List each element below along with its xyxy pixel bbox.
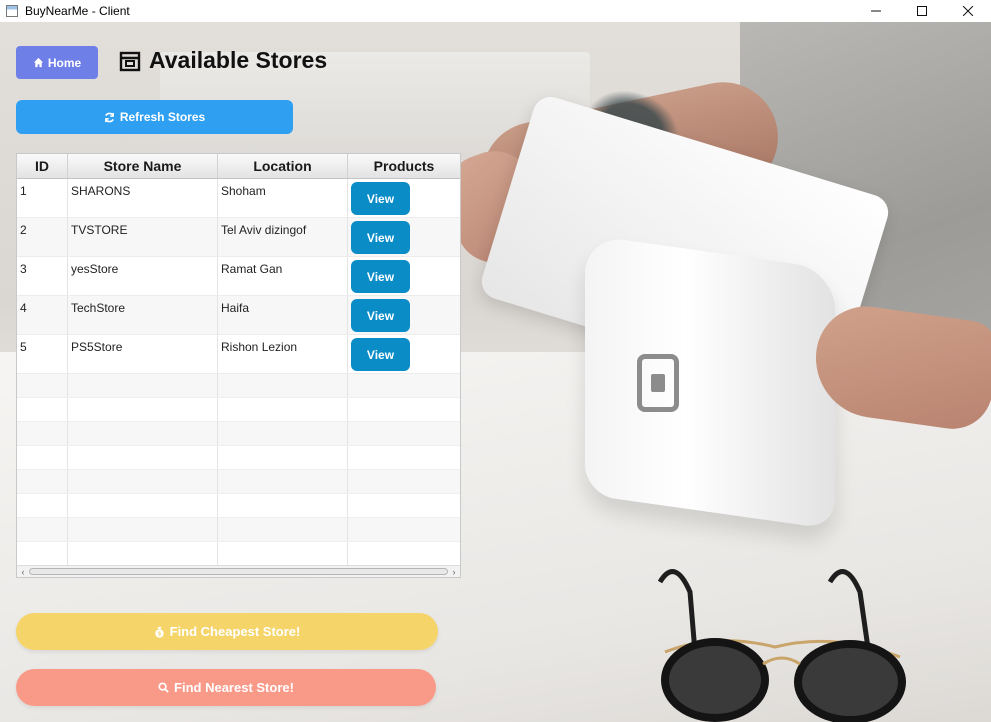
window-title: BuyNearMe - Client xyxy=(25,4,130,18)
cell-products: View xyxy=(348,218,460,256)
refresh-stores-label: Refresh Stores xyxy=(119,110,206,124)
table-row[interactable]: 3 yesStore Ramat Gan View xyxy=(17,257,460,296)
cell-store-name: SHARONS xyxy=(68,179,218,217)
column-header-id[interactable]: ID xyxy=(17,154,68,178)
cell-products: View xyxy=(348,296,460,334)
maximize-icon xyxy=(917,6,927,16)
column-header-products[interactable]: Products xyxy=(348,154,460,178)
window-titlebar: BuyNearMe - Client xyxy=(0,0,991,22)
empty-row xyxy=(17,470,460,494)
view-products-button[interactable]: View xyxy=(351,182,410,215)
table-row[interactable]: 1 SHARONS Shoham View xyxy=(17,179,460,218)
cell-store-name: PS5Store xyxy=(68,335,218,373)
empty-row xyxy=(17,542,460,566)
cell-products: View xyxy=(348,257,460,295)
magnifier-icon xyxy=(158,682,169,693)
close-icon xyxy=(963,6,973,16)
cell-store-name: TechStore xyxy=(68,296,218,334)
cell-id: 3 xyxy=(17,257,68,295)
cell-id: 5 xyxy=(17,335,68,373)
svg-text:$: $ xyxy=(158,631,161,637)
background-terminal-logo xyxy=(637,354,679,412)
find-cheapest-store-label: Find Cheapest Store! xyxy=(169,624,301,639)
page-title-text: Available Stores xyxy=(149,47,328,73)
empty-row xyxy=(17,446,460,470)
table-body: 1 SHARONS Shoham View 2 TVSTORE Tel Aviv… xyxy=(17,179,460,374)
scroll-right-icon[interactable]: › xyxy=(448,567,460,577)
find-cheapest-store-button[interactable]: $ Find Cheapest Store! xyxy=(16,613,438,650)
cell-location: Rishon Lezion xyxy=(218,335,348,373)
table-row[interactable]: 2 TVSTORE Tel Aviv dizingof View xyxy=(17,218,460,257)
maximize-button[interactable] xyxy=(899,0,945,22)
view-products-button[interactable]: View xyxy=(351,299,410,332)
cell-location: Haifa xyxy=(218,296,348,334)
stores-table: ID Store Name Location Products 1 SHARON… xyxy=(16,153,461,578)
empty-row xyxy=(17,518,460,542)
find-nearest-store-label: Find Nearest Store! xyxy=(174,680,294,695)
table-row[interactable]: 4 TechStore Haifa View xyxy=(17,296,460,335)
scroll-left-icon[interactable]: ‹ xyxy=(17,567,29,577)
table-header: ID Store Name Location Products xyxy=(17,154,460,179)
page-title: Available Stores xyxy=(119,47,327,74)
close-button[interactable] xyxy=(945,0,991,22)
cell-location: Ramat Gan xyxy=(218,257,348,295)
background-sunglasses xyxy=(657,569,906,722)
table-empty-rows xyxy=(17,374,460,566)
cell-id: 1 xyxy=(17,179,68,217)
column-header-store-name[interactable]: Store Name xyxy=(68,154,218,178)
minimize-icon xyxy=(871,10,881,12)
cell-location: Tel Aviv dizingof xyxy=(218,218,348,256)
cell-products: View xyxy=(348,179,460,217)
home-button[interactable]: Home xyxy=(16,46,98,79)
view-products-button[interactable]: View xyxy=(351,221,410,254)
view-products-button[interactable]: View xyxy=(351,338,410,371)
cell-id: 4 xyxy=(17,296,68,334)
cell-store-name: yesStore xyxy=(68,257,218,295)
house-icon xyxy=(33,57,43,68)
window-controls xyxy=(853,0,991,22)
empty-row xyxy=(17,494,460,518)
refresh-icon xyxy=(104,112,114,122)
cell-store-name: TVSTORE xyxy=(68,218,218,256)
table-row[interactable]: 5 PS5Store Rishon Lezion View xyxy=(17,335,460,374)
scrollbar-thumb[interactable] xyxy=(29,568,448,575)
find-nearest-store-button[interactable]: Find Nearest Store! xyxy=(16,669,436,706)
money-bag-icon: $ xyxy=(154,626,164,638)
empty-row xyxy=(17,374,460,398)
minimize-button[interactable] xyxy=(853,0,899,22)
background-terminal-stand xyxy=(585,234,835,530)
refresh-stores-button[interactable]: Refresh Stores xyxy=(16,100,293,134)
empty-row xyxy=(17,422,460,446)
view-products-button[interactable]: View xyxy=(351,260,410,293)
empty-row xyxy=(17,398,460,422)
cell-id: 2 xyxy=(17,218,68,256)
horizontal-scrollbar[interactable]: ‹ › xyxy=(17,565,460,577)
column-header-location[interactable]: Location xyxy=(218,154,348,178)
store-icon xyxy=(119,51,141,71)
cell-location: Shoham xyxy=(218,179,348,217)
home-button-label: Home xyxy=(47,55,82,70)
cell-products: View xyxy=(348,335,460,373)
app-icon xyxy=(6,5,18,17)
